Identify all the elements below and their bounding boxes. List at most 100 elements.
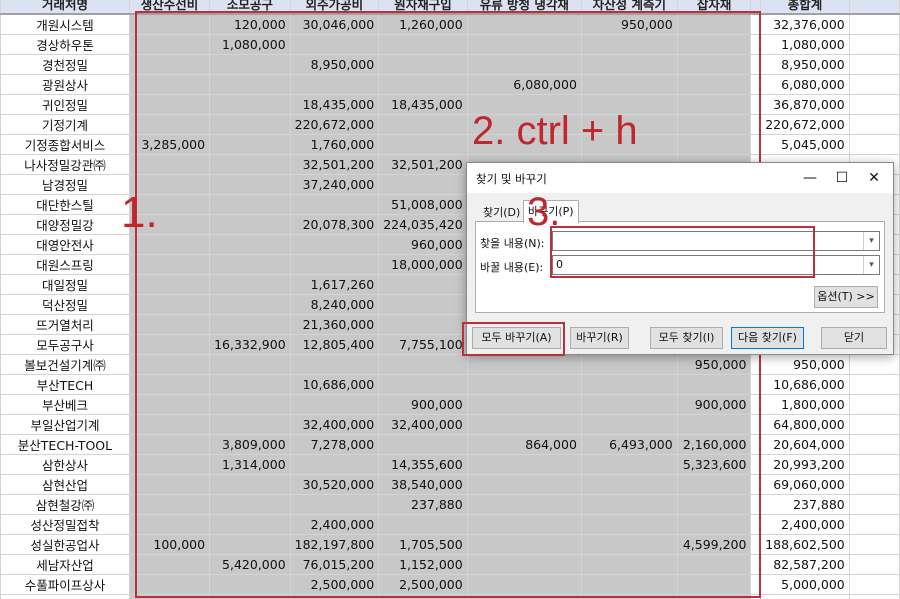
value-cell[interactable]: 864,000: [466, 434, 582, 455]
value-cell[interactable]: [128, 114, 211, 135]
value-cell[interactable]: 960,000: [378, 234, 468, 255]
value-cell[interactable]: [128, 514, 211, 535]
row-name-cell[interactable]: 분산TECH-TOOL: [0, 434, 130, 455]
total-cell[interactable]: 82,587,200: [760, 554, 850, 575]
value-cell[interactable]: 1,760,000: [289, 134, 380, 155]
value-cell[interactable]: [580, 534, 678, 555]
value-cell[interactable]: 32,501,200: [289, 154, 380, 175]
value-cell[interactable]: [676, 594, 752, 599]
value-cell[interactable]: 2,400,000: [289, 514, 380, 535]
value-cell[interactable]: [676, 74, 752, 95]
row-name-cell[interactable]: 성산정밀접착: [0, 514, 130, 535]
empty-cell[interactable]: [848, 394, 900, 415]
value-cell[interactable]: [676, 13, 752, 35]
value-cell[interactable]: 18,435,000: [378, 94, 468, 115]
replace-button[interactable]: 바꾸기(R): [570, 327, 629, 349]
row-name-cell[interactable]: 부일산업기계: [0, 414, 130, 435]
value-cell[interactable]: [209, 514, 291, 535]
value-cell[interactable]: 8,950,000: [289, 54, 380, 75]
value-cell[interactable]: [209, 494, 291, 515]
row-name-cell[interactable]: 수풀파이프상사: [0, 574, 130, 595]
value-cell[interactable]: [378, 114, 468, 135]
row-name-cell[interactable]: 대영안전사: [0, 234, 130, 255]
value-cell[interactable]: [676, 514, 752, 535]
column-header[interactable]: 자산성 계측기: [580, 0, 678, 15]
value-cell[interactable]: [289, 34, 380, 55]
total-cell[interactable]: 950,000: [760, 354, 850, 375]
empty-cell[interactable]: [848, 354, 900, 375]
replace-input[interactable]: 0 ▾: [552, 255, 880, 275]
close-icon[interactable]: ✕: [863, 168, 885, 188]
value-cell[interactable]: [580, 414, 678, 435]
value-cell[interactable]: [466, 374, 582, 395]
value-cell[interactable]: 1,705,500: [378, 534, 468, 555]
value-cell[interactable]: [209, 214, 291, 235]
column-header[interactable]: 유류 방청 냉각재: [466, 0, 582, 15]
value-cell[interactable]: 37,240,000: [289, 174, 380, 195]
value-cell[interactable]: [466, 514, 582, 535]
value-cell[interactable]: [128, 454, 211, 475]
value-cell[interactable]: [466, 534, 582, 555]
value-cell[interactable]: 7,755,100: [378, 334, 468, 355]
value-cell[interactable]: [128, 94, 211, 115]
value-cell[interactable]: [466, 354, 582, 375]
empty-cell[interactable]: [848, 594, 900, 599]
value-cell[interactable]: 8,240,000: [289, 294, 380, 315]
value-cell[interactable]: [209, 274, 291, 295]
value-cell[interactable]: [209, 54, 291, 75]
empty-cell[interactable]: [848, 454, 900, 475]
row-name-cell[interactable]: 모두공구사: [0, 334, 130, 355]
value-cell[interactable]: 237,880: [378, 494, 468, 515]
value-cell[interactable]: 120,000: [209, 13, 291, 35]
value-cell[interactable]: [128, 394, 211, 415]
value-cell[interactable]: 900,000: [676, 394, 752, 415]
value-cell[interactable]: 2,160,000: [676, 434, 752, 455]
value-cell[interactable]: [128, 294, 211, 315]
tab-find[interactable]: 찾기(D): [479, 203, 524, 222]
value-cell[interactable]: [128, 594, 211, 599]
row-name-cell[interactable]: 대양정밀강: [0, 214, 130, 235]
row-name-cell[interactable]: 대원스프링: [0, 254, 130, 275]
value-cell[interactable]: [128, 274, 211, 295]
value-cell[interactable]: [209, 314, 291, 335]
value-cell[interactable]: [128, 474, 211, 495]
value-cell[interactable]: [209, 394, 291, 415]
find-input[interactable]: ▾: [552, 231, 880, 251]
total-cell[interactable]: 10,686,000: [760, 374, 850, 395]
empty-cell[interactable]: [848, 13, 900, 35]
total-cell[interactable]: 20,604,000: [760, 434, 850, 455]
total-cell[interactable]: 32,376,000: [760, 13, 850, 35]
column-header[interactable]: 거래처명: [0, 0, 130, 15]
value-cell[interactable]: [128, 334, 211, 355]
total-cell[interactable]: 2,400,000: [760, 514, 850, 535]
value-cell[interactable]: [209, 154, 291, 175]
value-cell[interactable]: [209, 194, 291, 215]
value-cell[interactable]: [289, 254, 380, 275]
value-cell[interactable]: 4,599,200: [676, 534, 752, 555]
value-cell[interactable]: 18,000,000: [378, 254, 468, 275]
value-cell[interactable]: [676, 494, 752, 515]
value-cell[interactable]: [580, 574, 678, 595]
row-name-cell[interactable]: 부산TECH: [0, 374, 130, 395]
value-cell[interactable]: [580, 34, 678, 55]
total-cell[interactable]: 237,880: [760, 494, 850, 515]
maximize-icon[interactable]: ☐: [831, 168, 853, 188]
empty-cell[interactable]: [848, 434, 900, 455]
total-cell[interactable]: 188,602,500: [760, 534, 850, 555]
total-cell[interactable]: 6,080,000: [760, 74, 850, 95]
row-name-cell[interactable]: 삼현산업: [0, 474, 130, 495]
value-cell[interactable]: [209, 534, 291, 555]
value-cell[interactable]: [128, 34, 211, 55]
value-cell[interactable]: [676, 574, 752, 595]
empty-cell[interactable]: [848, 554, 900, 575]
value-cell[interactable]: 5,323,600: [676, 454, 752, 475]
value-cell[interactable]: [289, 234, 380, 255]
close-button[interactable]: 닫기: [821, 327, 887, 349]
value-cell[interactable]: 12,805,400: [289, 334, 380, 355]
value-cell[interactable]: [378, 54, 468, 75]
value-cell[interactable]: [209, 234, 291, 255]
column-header[interactable]: 외주가공비: [289, 0, 380, 15]
row-name-cell[interactable]: 삼한상사: [0, 454, 130, 475]
value-cell[interactable]: [676, 54, 752, 75]
value-cell[interactable]: [209, 374, 291, 395]
